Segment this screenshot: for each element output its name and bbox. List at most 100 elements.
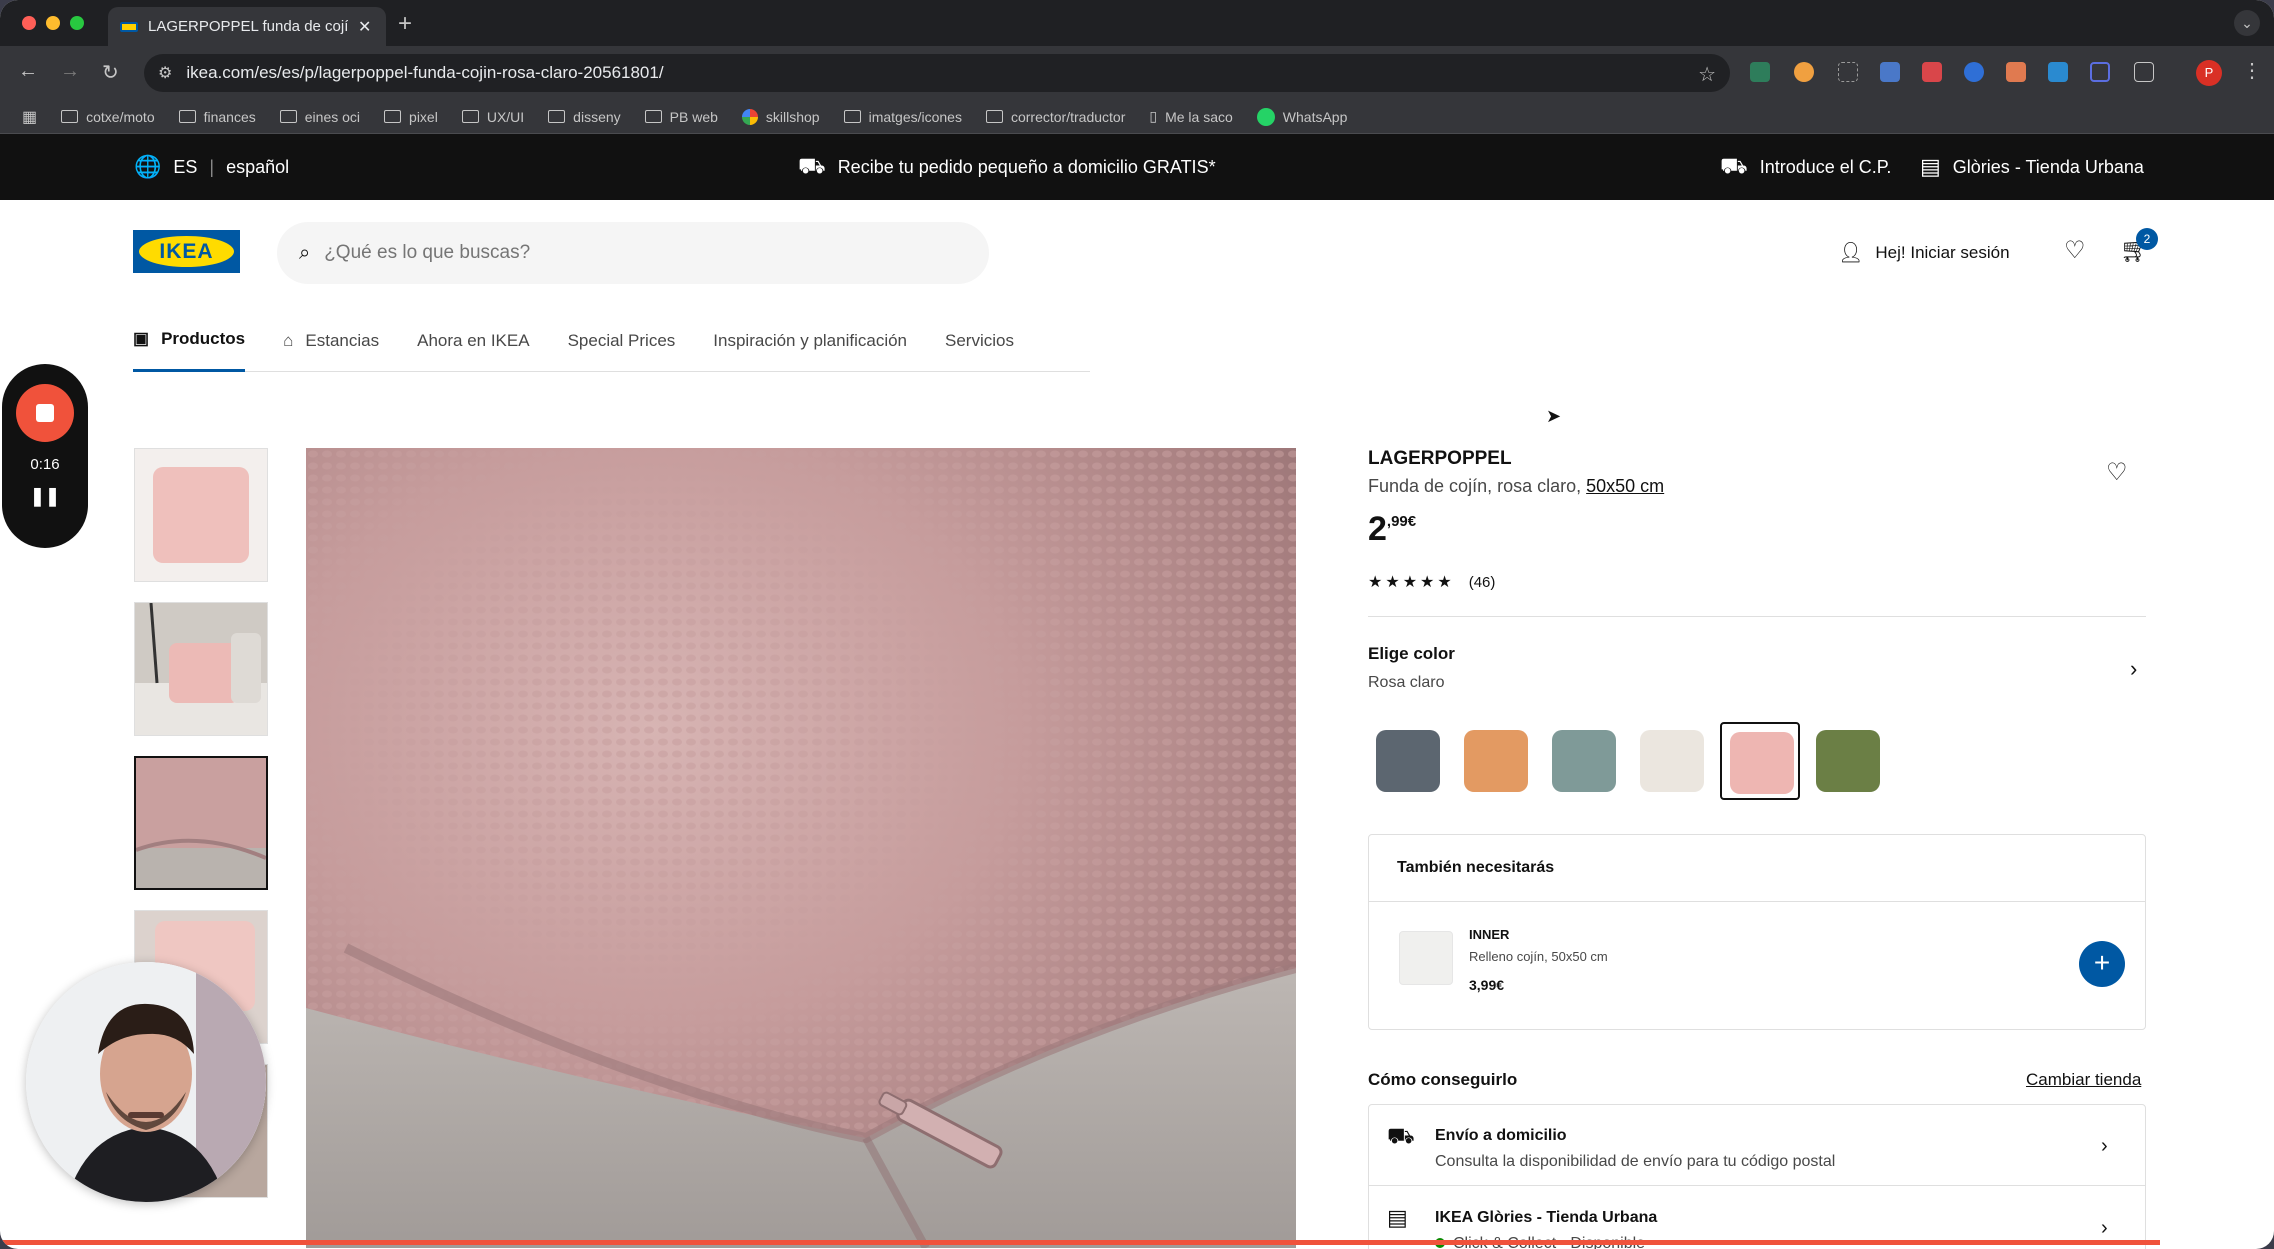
bookmark-ux-ui[interactable]: UX/UI — [461, 109, 524, 125]
add-to-cart-button[interactable]: + — [2079, 941, 2125, 987]
swatch-verde[interactable] — [1808, 722, 1888, 800]
nav-label: Estancias — [305, 330, 380, 350]
also-need-item-desc: Relleno cojín, 50x50 cm — [1469, 949, 1608, 964]
rating-stars: ★★★★★ — [1368, 574, 1455, 591]
forward-arrow-icon[interactable]: → — [60, 60, 80, 83]
divider — [1368, 616, 2146, 617]
bookmark-finances[interactable]: finances — [178, 109, 256, 125]
reload-icon[interactable]: ↻ — [102, 60, 119, 85]
product-rating[interactable]: ★★★★★ (46) — [1368, 572, 1495, 592]
screenshot-extension-icon[interactable] — [1838, 62, 1858, 82]
nav-servicios[interactable]: Servicios — [945, 310, 1014, 372]
bookmark-cotxe-moto[interactable]: cotxe/moto — [61, 108, 155, 125]
swatch-naranja[interactable] — [1456, 722, 1536, 800]
thumbnail-pink-cushion[interactable] — [134, 448, 268, 582]
extension-icon[interactable] — [1794, 62, 1814, 82]
nav-special-prices[interactable]: Special Prices — [568, 310, 676, 372]
bookmark-corrector-traductor[interactable]: corrector/traductor — [985, 109, 1125, 125]
heart-icon[interactable]: ♡ — [2064, 236, 2086, 265]
webcam-bubble[interactable] — [26, 962, 266, 1202]
tab-search-chevron-icon[interactable]: ⌄ — [2234, 10, 2260, 36]
add-to-favourites-heart-icon[interactable]: ♡ — [2106, 458, 2128, 487]
store-name: Glòries - Tienda Urbana — [1952, 156, 2144, 177]
apps-grid-icon[interactable]: ▦ — [22, 107, 37, 127]
browser-menu-icon[interactable]: ⋮ — [2242, 58, 2262, 83]
minimize-window-button[interactable] — [46, 16, 60, 30]
swatch-gris-verde[interactable] — [1544, 722, 1624, 800]
product-size-link[interactable]: 50x50 cm — [1586, 476, 1664, 496]
bookmark-whatsapp[interactable]: WhatsApp — [1256, 107, 1347, 126]
ikea-logo[interactable]: IKEA — [133, 230, 240, 273]
new-tab-button[interactable]: + — [398, 10, 412, 38]
free-delivery-banner[interactable]: ⛟ Recibe tu pedido pequeño a domicilio G… — [798, 134, 1216, 200]
language-name: español — [226, 156, 290, 177]
nav-productos[interactable]: ▣ Productos — [133, 310, 246, 372]
folder-icon — [843, 110, 861, 123]
folder-icon — [644, 110, 662, 123]
extension-icon[interactable] — [1750, 62, 1770, 82]
nav-ahora-en-ikea[interactable]: Ahora en IKEA — [417, 310, 529, 372]
extensions-puzzle-icon[interactable] — [2134, 62, 2154, 82]
login-button[interactable]: 👤︎ Hej! Iniciar sesión — [1838, 240, 2010, 265]
chevron-right-icon: › — [2101, 1217, 2108, 1239]
folder-icon — [461, 110, 479, 123]
inner-cushion-image[interactable] — [1399, 931, 1453, 985]
pause-recording-button[interactable]: ❚❚ — [2, 486, 88, 507]
mouse-cursor-icon: ➤ — [1546, 406, 1562, 426]
bookmark-disseny[interactable]: disseny — [548, 108, 621, 125]
bookmark-pb-web[interactable]: PB web — [644, 109, 718, 125]
maximize-window-button[interactable] — [70, 16, 84, 30]
swatch-rosa-claro[interactable] — [1720, 722, 1800, 800]
product-main-image[interactable] — [306, 448, 1296, 1248]
nav-label: Servicios — [945, 330, 1014, 350]
profile-avatar[interactable]: P — [2196, 60, 2222, 86]
extension-icon[interactable] — [2006, 62, 2026, 82]
bookmark-me-la-saco[interactable]: ▯ Me la saco — [1149, 108, 1232, 125]
close-window-button[interactable] — [22, 16, 36, 30]
search-input[interactable] — [324, 242, 925, 264]
bookmark-skillshop[interactable]: skillshop — [741, 108, 820, 125]
stop-recording-button[interactable] — [16, 384, 74, 442]
globe-icon: 🌐 — [134, 154, 162, 179]
home-delivery-option[interactable]: ⛟ Envío a domicilio Consulta la disponib… — [1369, 1105, 2145, 1185]
folder-icon — [985, 110, 1003, 123]
bookmark-pixel[interactable]: pixel — [384, 109, 438, 125]
thumbnail-fabric-detail[interactable] — [134, 756, 268, 890]
gmail-extension-icon[interactable] — [2048, 62, 2068, 82]
price-decimal: ,99€ — [1386, 513, 1417, 530]
price-integer: 2 — [1368, 510, 1387, 548]
divider — [1369, 1185, 2145, 1186]
pocket-extension-icon[interactable] — [1922, 62, 1942, 82]
page-icon: ▯ — [1149, 108, 1158, 124]
bookmark-label: disseny — [573, 108, 621, 125]
bookmark-eines-oci[interactable]: eines oci — [279, 109, 360, 125]
bookmark-label: Me la saco — [1165, 108, 1233, 125]
language-selector[interactable]: 🌐 ES | español — [134, 134, 289, 200]
swatch-gris-oscuro[interactable] — [1368, 722, 1448, 800]
site-settings-icon[interactable]: ⚙ — [158, 63, 172, 83]
postcode-button[interactable]: ⛟ Introduce el C.P. — [1720, 134, 1891, 200]
active-tab[interactable]: LAGERPOPPEL funda de cojín ✕ — [108, 7, 386, 46]
address-bar[interactable]: ⚙ ikea.com/es/es/p/lagerpoppel-funda-coj… — [144, 54, 1730, 92]
nav-estancias[interactable]: ⌂ Estancias — [283, 310, 379, 372]
extension-icon[interactable] — [1964, 62, 1984, 82]
store-selector[interactable]: ▤ Glòries - Tienda Urbana — [1920, 134, 2144, 200]
change-store-link[interactable]: Cambiar tienda — [2026, 1070, 2141, 1090]
color-label: Elige color — [1368, 644, 1455, 663]
close-tab-icon[interactable]: ✕ — [358, 17, 371, 37]
bookmark-star-icon[interactable]: ☆ — [1698, 62, 1716, 87]
how-to-get-title: Cómo conseguirlo — [1368, 1070, 1518, 1089]
bookmark-imatges-icones[interactable]: imatges/icones — [843, 109, 962, 125]
back-arrow-icon[interactable]: ← — [18, 60, 38, 83]
nav-inspiracion[interactable]: Inspiración y planificación — [713, 310, 907, 372]
thumbnail-cushion-on-sofa[interactable] — [134, 602, 268, 736]
chevron-right-icon[interactable]: › — [2130, 656, 2137, 682]
extension-icon[interactable] — [2090, 62, 2110, 82]
swatch-blanco[interactable] — [1632, 722, 1712, 800]
divider: | — [209, 156, 215, 177]
stop-icon — [36, 404, 54, 422]
bookmark-label: cotxe/moto — [86, 108, 155, 125]
also-need-item-name[interactable]: INNER — [1469, 927, 1509, 942]
translate-extension-icon[interactable] — [1880, 62, 1900, 82]
search-bar[interactable]: ⌕ — [277, 222, 989, 284]
